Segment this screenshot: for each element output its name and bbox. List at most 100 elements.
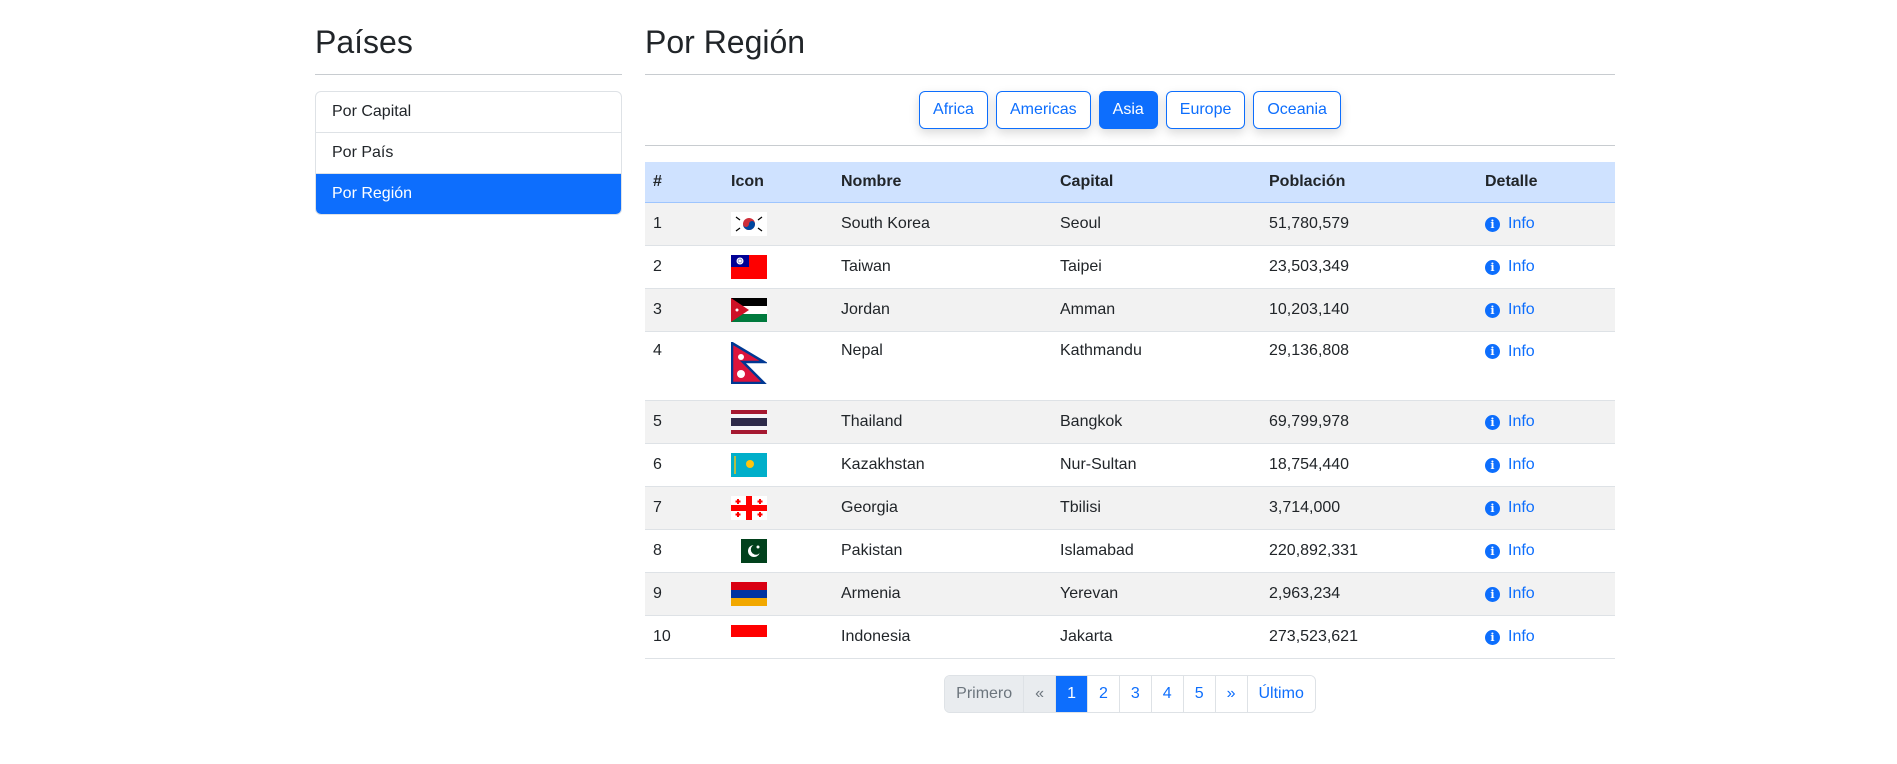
- flag-cell: [723, 529, 833, 573]
- row-number-cell: 4: [645, 331, 723, 401]
- info-link-label: Info: [1508, 413, 1535, 431]
- info-link[interactable]: i Info: [1485, 628, 1535, 646]
- info-circle-icon: i: [1485, 586, 1500, 602]
- region-button-europe[interactable]: Europe: [1165, 91, 1246, 129]
- country-name-cell: Taiwan: [833, 245, 1052, 289]
- country-name-cell: Armenia: [833, 572, 1052, 616]
- country-name-cell: South Korea: [833, 202, 1052, 246]
- region-button-americas[interactable]: Americas: [995, 91, 1091, 129]
- info-link[interactable]: i Info: [1485, 413, 1535, 431]
- population-cell: 2,963,234: [1261, 572, 1477, 616]
- table-row: 7 Georgia Tbilisi 3,714,000 i Info: [645, 486, 1615, 530]
- taiwan-flag-icon: [731, 255, 767, 279]
- country-name-cell: Pakistan: [833, 529, 1052, 573]
- info-link-label: Info: [1508, 258, 1535, 276]
- info-link-label: Info: [1508, 628, 1535, 646]
- countries-table: # Icon Nombre Capital Población Detalle …: [645, 162, 1615, 659]
- page-last-button[interactable]: Último: [1247, 676, 1315, 712]
- table-row: 6 Kazakhstan Nur-Sultan 18,754,440 i Info: [645, 443, 1615, 487]
- region-button-africa[interactable]: Africa: [919, 91, 988, 129]
- table-row: 1 South Korea Seoul 51,780,579 i Info: [645, 202, 1615, 246]
- detail-cell: i Info: [1477, 331, 1615, 401]
- table-row: 8 Pakistan Islamabad 220,892,331 i Info: [645, 529, 1615, 573]
- page-first-button[interactable]: Primero: [945, 676, 1025, 712]
- page-next-button[interactable]: »: [1215, 676, 1248, 712]
- population-cell: 69,799,978: [1261, 400, 1477, 444]
- info-circle-icon: i: [1485, 302, 1500, 318]
- sidebar-item-por-pais[interactable]: Por País: [316, 133, 621, 174]
- info-link[interactable]: i Info: [1485, 499, 1535, 517]
- capital-cell: Islamabad: [1052, 529, 1261, 573]
- sidebar-item-por-region[interactable]: Por Región: [316, 174, 621, 214]
- page-button-3[interactable]: 3: [1119, 676, 1152, 712]
- table-header-row: # Icon Nombre Capital Población Detalle: [645, 162, 1615, 203]
- info-circle-icon: i: [1485, 259, 1500, 275]
- detail-cell: i Info: [1477, 486, 1615, 530]
- pakistan-flag-icon: [731, 539, 767, 563]
- jordan-flag-icon: [731, 298, 767, 322]
- info-link[interactable]: i Info: [1485, 542, 1535, 560]
- row-number-cell: 3: [645, 288, 723, 332]
- info-link-label: Info: [1508, 215, 1535, 233]
- info-link[interactable]: i Info: [1485, 343, 1535, 361]
- detail-cell: i Info: [1477, 245, 1615, 289]
- detail-cell: i Info: [1477, 443, 1615, 487]
- info-link[interactable]: i Info: [1485, 301, 1535, 319]
- indonesia-flag-icon: [731, 625, 767, 649]
- capital-cell: Jakarta: [1052, 615, 1261, 659]
- country-name-cell: Nepal: [833, 331, 1052, 401]
- info-link-label: Info: [1508, 301, 1535, 319]
- table-row: 3 Jordan Amman 10,203,140 i Info: [645, 288, 1615, 332]
- detail-cell: i Info: [1477, 529, 1615, 573]
- page-prev-button[interactable]: «: [1024, 676, 1057, 712]
- capital-cell: Taipei: [1052, 245, 1261, 289]
- info-circle-icon: i: [1485, 457, 1500, 473]
- sidebar-menu: Por Capital Por País Por Región: [315, 91, 622, 215]
- flag-cell: [723, 245, 833, 289]
- country-name-cell: Kazakhstan: [833, 443, 1052, 487]
- info-link[interactable]: i Info: [1485, 585, 1535, 603]
- info-link-label: Info: [1508, 499, 1535, 517]
- flag-cell: [723, 572, 833, 616]
- armenia-flag-icon: [731, 582, 767, 606]
- pagination: Primero « 1 2 3 4 5 » Último: [645, 675, 1615, 713]
- country-name-cell: Indonesia: [833, 615, 1052, 659]
- flag-cell: [723, 486, 833, 530]
- table-body: 1 South Korea Seoul 51,780,579 i Info 2 Taiwan T…: [645, 202, 1615, 659]
- population-cell: 220,892,331: [1261, 529, 1477, 573]
- population-cell: 273,523,621: [1261, 615, 1477, 659]
- row-number-cell: 10: [645, 615, 723, 659]
- flag-cell: [723, 331, 833, 401]
- info-link-label: Info: [1508, 585, 1535, 603]
- flag-cell: [723, 288, 833, 332]
- flag-cell: [723, 615, 833, 659]
- region-button-asia[interactable]: Asia: [1098, 91, 1158, 129]
- region-button-oceania[interactable]: Oceania: [1253, 91, 1341, 129]
- population-cell: 29,136,808: [1261, 331, 1477, 401]
- info-link[interactable]: i Info: [1485, 215, 1535, 233]
- capital-cell: Seoul: [1052, 202, 1261, 246]
- page-button-1[interactable]: 1: [1056, 676, 1088, 712]
- page-button-5[interactable]: 5: [1183, 676, 1216, 712]
- info-circle-icon: i: [1485, 414, 1500, 430]
- population-cell: 3,714,000: [1261, 486, 1477, 530]
- thailand-flag-icon: [731, 410, 767, 434]
- capital-cell: Amman: [1052, 288, 1261, 332]
- info-link[interactable]: i Info: [1485, 258, 1535, 276]
- info-circle-icon: i: [1485, 543, 1500, 559]
- flag-cell: [723, 202, 833, 246]
- population-cell: 23,503,349: [1261, 245, 1477, 289]
- info-link[interactable]: i Info: [1485, 456, 1535, 474]
- page-button-2[interactable]: 2: [1087, 676, 1120, 712]
- capital-cell: Bangkok: [1052, 400, 1261, 444]
- sidebar-item-por-capital[interactable]: Por Capital: [316, 92, 621, 133]
- detail-cell: i Info: [1477, 400, 1615, 444]
- population-cell: 10,203,140: [1261, 288, 1477, 332]
- page-button-4[interactable]: 4: [1151, 676, 1184, 712]
- detail-cell: i Info: [1477, 202, 1615, 246]
- row-number-cell: 9: [645, 572, 723, 616]
- info-circle-icon: i: [1485, 216, 1500, 232]
- capital-cell: Yerevan: [1052, 572, 1261, 616]
- kazakhstan-flag-icon: [731, 453, 767, 477]
- column-header-number: #: [645, 162, 723, 203]
